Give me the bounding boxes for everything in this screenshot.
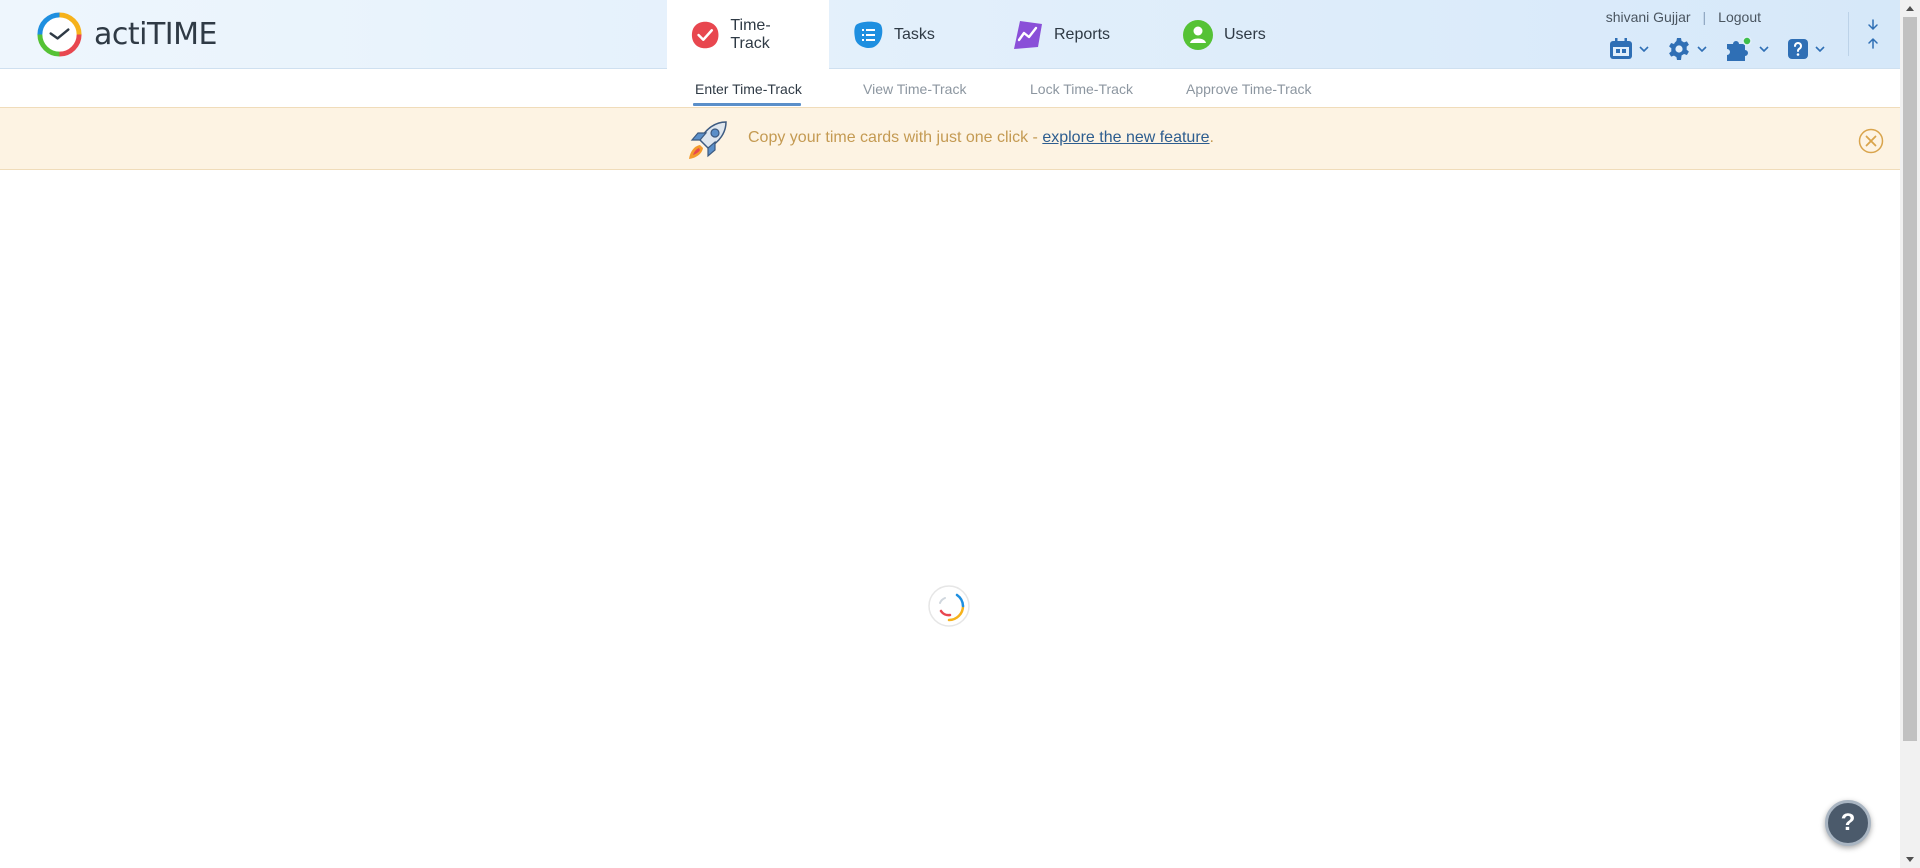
module-tabs: Time-Track Tasks Reports Users [667,0,1314,70]
subtab-active-indicator [693,103,801,106]
help-chat-button[interactable]: ? [1825,800,1871,846]
addons-menu[interactable] [1725,36,1769,62]
scroll-down-arrow-icon[interactable] [1900,851,1920,868]
settings-menu[interactable] [1667,37,1707,61]
page-scrollbar[interactable] [1900,0,1920,868]
chevron-down-icon [1697,46,1707,52]
banner-text: Copy your time cards with just one click… [748,129,1043,146]
time-track-icon [691,21,719,49]
loading-spinner-icon [928,585,970,627]
chevron-down-icon [1815,46,1825,52]
rocket-icon [689,121,727,159]
clock-logo-icon [37,12,82,57]
scrollbar-thumb[interactable] [1903,17,1917,741]
app-window: actiTIME Time-Track Tasks Reports Users … [0,0,1920,868]
subtab-approve-time-track[interactable]: Approve Time-Track [1186,81,1312,97]
collapse-header-icon[interactable] [1862,18,1884,50]
subtab-view-time-track[interactable]: View Time-Track [863,81,966,97]
toolbar-divider [1848,12,1849,56]
chevron-down-icon [1639,46,1649,52]
subtab-lock-time-track[interactable]: Lock Time-Track [1030,81,1133,97]
tab-label: Reports [1054,25,1111,43]
calendar-menu[interactable] [1609,38,1649,60]
logout-link[interactable]: Logout [1718,9,1761,25]
tab-label: Users [1224,25,1266,43]
user-separator: | [1702,9,1707,25]
user-name[interactable]: shivani Gujjar [1606,9,1691,25]
feature-banner: Copy your time cards with just one click… [0,107,1900,170]
calendar-icon [1610,38,1632,59]
toolbar-icons [1609,36,1843,62]
tasks-icon [854,21,883,48]
scroll-up-arrow-icon[interactable] [1900,0,1920,17]
user-box: shivani Gujjar | Logout [1606,9,1761,25]
app-logo[interactable]: actiTIME [35,10,218,59]
help-fab-label: ? [1840,809,1856,836]
tab-label: Time-Track [730,17,771,52]
subtab-enter-time-track[interactable]: Enter Time-Track [695,81,802,97]
tab-users[interactable]: Users [1159,0,1314,69]
tab-time-track[interactable]: Time-Track [667,0,829,70]
top-bar: actiTIME Time-Track Tasks Reports Users … [0,0,1900,70]
tab-label: Tasks [894,25,935,43]
subtabs: Enter Time-Track View Time-Track Lock Ti… [0,69,1900,107]
tab-reports[interactable]: Reports [989,0,1159,69]
reports-icon [1014,20,1042,49]
help-icon [1788,39,1808,59]
users-icon [1183,19,1213,50]
banner-trailing: . [1209,129,1214,146]
help-menu[interactable] [1787,38,1825,60]
banner-message: Copy your time cards with just one click… [748,129,1214,147]
tab-tasks[interactable]: Tasks [829,0,989,69]
puzzle-icon [1727,36,1752,61]
explore-feature-link[interactable]: explore the new feature [1042,129,1209,146]
gear-icon [1669,38,1689,60]
logo-text: actiTIME [94,17,218,52]
close-icon[interactable] [1858,128,1884,154]
chevron-down-icon [1759,46,1769,52]
